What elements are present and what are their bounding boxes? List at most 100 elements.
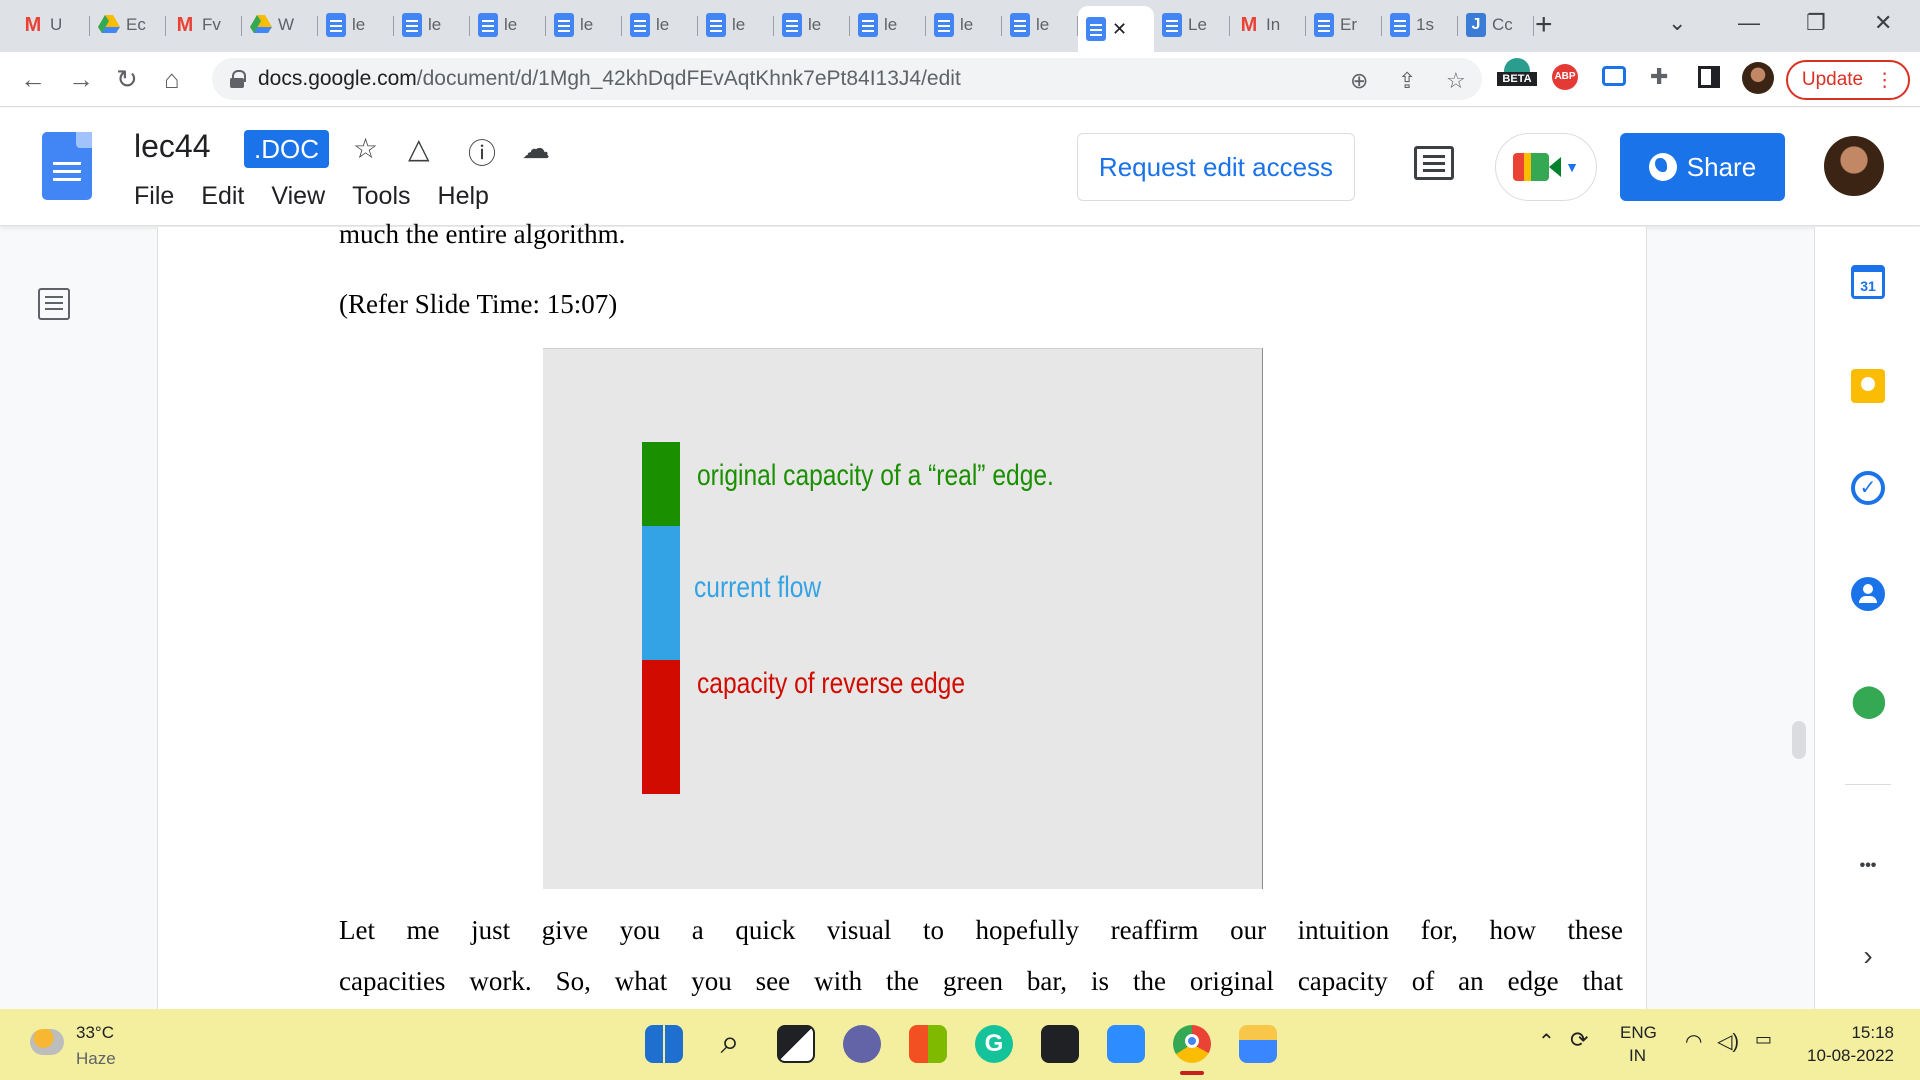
- weather-temp[interactable]: 33°C: [76, 1023, 114, 1043]
- new-tab-button[interactable]: +: [1535, 8, 1553, 42]
- volume-icon[interactable]: ◁): [1717, 1029, 1739, 1054]
- request-edit-access-button[interactable]: Request edit access: [1077, 133, 1355, 201]
- battery-icon[interactable]: ▭: [1755, 1029, 1772, 1050]
- browser-tab[interactable]: le: [622, 6, 698, 44]
- browser-tab[interactable]: MU: [14, 6, 90, 44]
- comment-history-icon[interactable]: [1414, 146, 1454, 180]
- windows-taskbar: 33°C Haze ⌕ G ⌃ ⟳ ENG IN ◠ ◁) ▭ 15:18 10…: [0, 1009, 1920, 1080]
- screen-capture-icon[interactable]: [1602, 66, 1626, 86]
- vertical-scrollbar[interactable]: [1792, 721, 1806, 759]
- browser-tab[interactable]: le: [850, 6, 926, 44]
- minimize-icon[interactable]: —: [1738, 10, 1760, 36]
- docs-icon: [1162, 13, 1182, 37]
- document-outline-icon[interactable]: [38, 288, 70, 320]
- cloud-status-icon[interactable]: ☁: [522, 132, 550, 165]
- zoom-app-icon[interactable]: [1107, 1025, 1145, 1063]
- tab-label: le: [1036, 15, 1050, 34]
- search-icon[interactable]: ⌕: [711, 1025, 749, 1063]
- start-icon[interactable]: [645, 1025, 683, 1063]
- browser-tab[interactable]: le: [774, 6, 850, 44]
- forward-icon[interactable]: →: [68, 64, 94, 95]
- bookmark-star-icon[interactable]: ☆: [1446, 68, 1466, 94]
- browser-tab[interactable]: 1s: [1382, 6, 1458, 44]
- browser-tab[interactable]: Ec: [90, 6, 166, 44]
- browser-tab[interactable]: Er: [1306, 6, 1382, 44]
- menu-edit[interactable]: Edit: [201, 182, 244, 211]
- reload-icon[interactable]: ↻: [116, 64, 138, 95]
- language-region[interactable]: IN: [1629, 1046, 1646, 1066]
- browser-tab[interactable]: le: [394, 6, 470, 44]
- move-to-drive-icon[interactable]: △: [408, 132, 430, 165]
- menu-help[interactable]: Help: [438, 182, 489, 211]
- chrome-icon[interactable]: [1173, 1025, 1211, 1063]
- clock-date[interactable]: 10-08-2022: [1800, 1046, 1894, 1066]
- document-title[interactable]: lec44: [134, 128, 211, 165]
- browser-tab[interactable]: le: [926, 6, 1002, 44]
- star-icon[interactable]: ☆: [353, 132, 378, 165]
- tab-label: Ec: [126, 15, 146, 34]
- lock-icon[interactable]: [230, 70, 246, 88]
- browser-tab[interactable]: le: [546, 6, 622, 44]
- calendar-icon[interactable]: 31: [1851, 265, 1885, 299]
- share-label: Share: [1686, 151, 1757, 182]
- weather-desc[interactable]: Haze: [76, 1049, 116, 1069]
- zoom-icon[interactable]: ⊕: [1350, 68, 1368, 94]
- browser-profile-avatar[interactable]: [1742, 62, 1774, 94]
- file-explorer-icon[interactable]: [1239, 1025, 1277, 1063]
- side-panel-icon[interactable]: [1698, 66, 1720, 88]
- tray-chevron-up-icon[interactable]: ⌃: [1538, 1029, 1555, 1054]
- menu-file[interactable]: File: [134, 182, 174, 211]
- clock-time[interactable]: 15:18: [1838, 1023, 1894, 1043]
- update-button[interactable]: Update ⋮: [1786, 60, 1910, 100]
- task-view-icon[interactable]: [777, 1025, 815, 1063]
- browser-tab[interactable]: le: [470, 6, 546, 44]
- browser-tab[interactable]: le: [1002, 6, 1078, 44]
- more-icon[interactable]: •••: [1851, 857, 1885, 891]
- address-bar[interactable]: docs.google.com/document/d/1Mgh_42khDqdF…: [212, 58, 1482, 100]
- contacts-icon[interactable]: [1851, 577, 1885, 611]
- menu-tools[interactable]: Tools: [352, 182, 410, 211]
- sync-icon[interactable]: ⟳: [1570, 1027, 1588, 1053]
- docs-icon: [706, 13, 726, 37]
- chevron-right-icon[interactable]: ›: [1851, 940, 1885, 974]
- home-icon[interactable]: ⌂: [164, 64, 180, 95]
- share-page-icon[interactable]: ⇪: [1398, 68, 1416, 94]
- share-button[interactable]: Share: [1620, 133, 1785, 201]
- tab-label: In: [1266, 15, 1281, 34]
- document-info-icon[interactable]: ⓘ: [468, 132, 496, 172]
- teams-chat-icon[interactable]: [843, 1025, 881, 1063]
- keep-icon[interactable]: [1851, 369, 1885, 403]
- back-icon[interactable]: ←: [20, 64, 46, 95]
- browser-tab[interactable]: M Fv: [166, 6, 242, 44]
- menu-bar: File Edit View Tools Help: [134, 182, 489, 211]
- account-avatar[interactable]: [1824, 136, 1884, 196]
- adblock-icon[interactable]: ABP: [1552, 64, 1578, 90]
- tasks-icon[interactable]: ✓: [1851, 471, 1885, 505]
- browser-tab[interactable]: M In: [1230, 6, 1306, 44]
- browser-tab[interactable]: le: [698, 6, 774, 44]
- browser-tab[interactable]: ✕: [1078, 6, 1154, 52]
- browser-tab[interactable]: J Cc: [1458, 6, 1534, 44]
- sticky-notes-icon[interactable]: [1041, 1025, 1079, 1063]
- maps-icon[interactable]: ⬤: [1851, 683, 1887, 717]
- restore-icon[interactable]: ❐: [1806, 10, 1826, 36]
- extensions-puzzle-icon[interactable]: ✚: [1650, 64, 1668, 90]
- close-tab-icon[interactable]: ✕: [1112, 19, 1127, 40]
- weather-icon[interactable]: [30, 1029, 64, 1055]
- browser-tab[interactable]: Le: [1154, 6, 1230, 44]
- chevron-down-icon: ▼: [1565, 159, 1579, 175]
- browser-tab[interactable]: W: [242, 6, 318, 44]
- wifi-icon[interactable]: ◠: [1685, 1029, 1702, 1054]
- docs-icon: [554, 13, 574, 37]
- menu-view[interactable]: View: [271, 182, 325, 211]
- close-window-icon[interactable]: ✕: [1874, 10, 1892, 36]
- store-icon[interactable]: [909, 1025, 947, 1063]
- beta-extension-icon[interactable]: BETA: [1497, 58, 1537, 86]
- browser-tab[interactable]: le: [318, 6, 394, 44]
- tab-search-icon[interactable]: ⌄: [1668, 10, 1686, 36]
- language-label[interactable]: ENG: [1620, 1023, 1657, 1043]
- docs-logo-icon[interactable]: [42, 132, 92, 200]
- grammarly-icon[interactable]: G: [975, 1025, 1013, 1063]
- document-page: much the entire algorithm. (Refer Slide …: [157, 219, 1647, 1009]
- meet-button[interactable]: ▼: [1495, 133, 1597, 201]
